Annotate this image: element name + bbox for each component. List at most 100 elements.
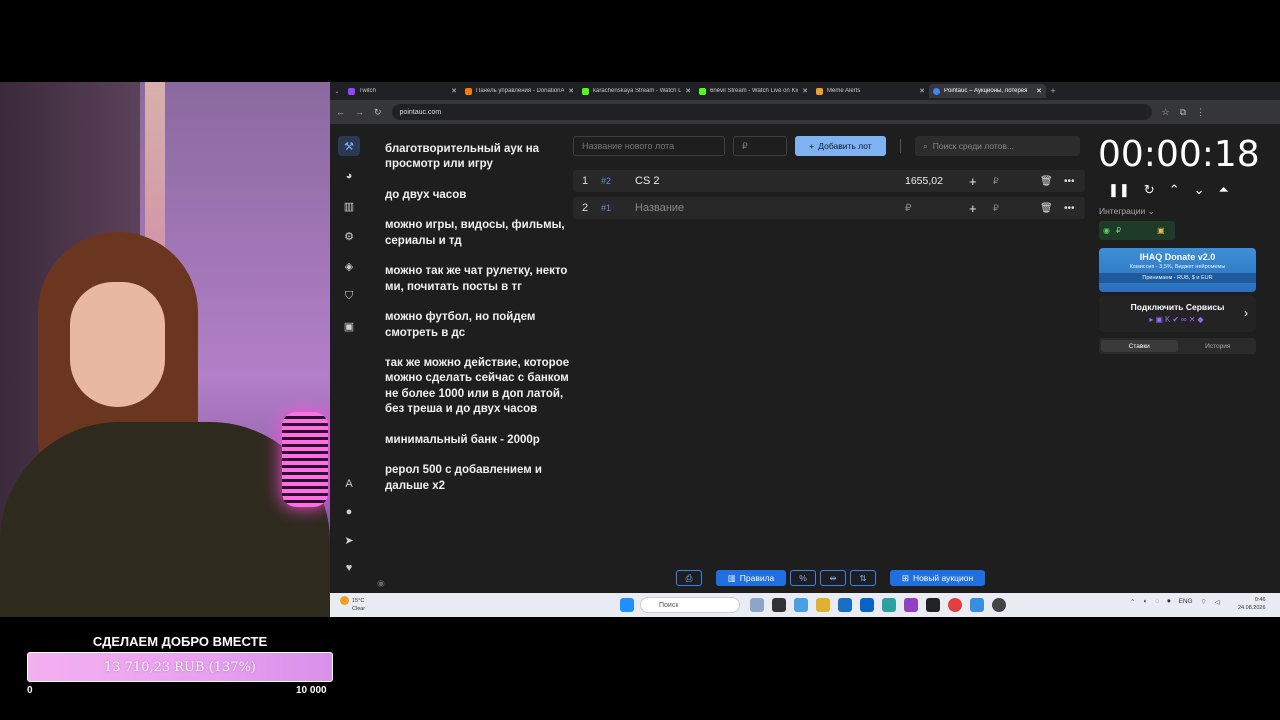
donate-icon[interactable]: ♥	[338, 558, 360, 578]
tab-search-icon[interactable]: ⌄	[330, 88, 344, 95]
extensions-icon[interactable]: ⧉	[1180, 107, 1186, 118]
tab-bets[interactable]: Ставки	[1101, 340, 1178, 352]
taskbar-search[interactable]: Поиск	[640, 597, 740, 613]
new-auction-button[interactable]: ⊞ Новый аукцион	[890, 570, 985, 586]
shield-icon[interactable]: ⛉	[338, 286, 360, 306]
split-icon[interactable]: ⇹	[820, 570, 846, 586]
tab-pointauc[interactable]: Pointauc – Аукционы, лотерея ✕	[929, 84, 1046, 98]
close-icon[interactable]: ✕	[451, 87, 457, 95]
lot-id: #2	[601, 176, 612, 186]
app-icon[interactable]	[970, 598, 984, 612]
sort-icon[interactable]: ⇅	[850, 570, 876, 586]
app-icon[interactable]	[772, 598, 786, 612]
tab-meme-alerts[interactable]: Meme Alerts ✕	[812, 84, 929, 98]
more-icon[interactable]: •••	[1064, 203, 1075, 214]
new-tab-icon[interactable]: +	[1046, 86, 1060, 96]
app-icon[interactable]	[750, 598, 764, 612]
auction-hammer-icon[interactable]: ⚒	[338, 136, 360, 156]
reset-icon[interactable]: ↻	[1144, 182, 1155, 198]
tab-kick-karachenskaya[interactable]: karachenskaya Stream - Watch Live ✕	[578, 84, 695, 98]
app-icon[interactable]	[904, 598, 918, 612]
forward-icon[interactable]: →	[355, 107, 364, 117]
url-field[interactable]: pointauc.com	[391, 104, 1152, 120]
close-icon[interactable]: ✕	[568, 87, 574, 95]
lang-indicator[interactable]: ENG	[1179, 598, 1193, 605]
rule-line: до двух часов	[385, 188, 467, 201]
save-icon[interactable]: ⎙	[676, 570, 702, 586]
app-icon[interactable]	[926, 598, 940, 612]
wifi-icon[interactable]: ⌔	[1201, 597, 1207, 606]
kick-icon	[699, 87, 706, 95]
tab-donationalerts[interactable]: Панель управления - DonationAlerts ✕	[461, 84, 578, 98]
lot-amount-placeholder[interactable]: ₽	[905, 203, 911, 214]
lot-row[interactable]: 2 #1 Название ₽ + ₽ 🗑 •••	[573, 197, 1085, 219]
double-chevron-up-icon[interactable]: ⏶	[1219, 182, 1229, 198]
url-text: pointauc.com	[399, 108, 442, 116]
lot-extra-amount[interactable]: ₽	[993, 203, 999, 214]
close-icon[interactable]: ✕	[919, 87, 925, 95]
trash-icon[interactable]: 🗑	[1040, 176, 1053, 187]
lot-amount[interactable]: 1655,02	[905, 175, 943, 187]
tab-twitch[interactable]: Twitch ✕	[344, 84, 461, 98]
eye-icon[interactable]: ◉	[377, 578, 385, 589]
star-icon[interactable]: ☆	[1162, 107, 1170, 118]
weather-widget[interactable]: 15°C Clear	[340, 596, 365, 613]
tray-icon[interactable]: ◐	[1143, 598, 1147, 605]
lot-extra-amount[interactable]: ₽	[993, 176, 999, 187]
new-lot-name-input[interactable]: Название нового лота	[573, 136, 725, 156]
layers-icon[interactable]: ◈	[338, 256, 360, 276]
banner-subtitle: Комиссия - 3,5%, Виджет нейромемы	[1129, 264, 1226, 270]
menu-icon[interactable]: ⋮	[1196, 107, 1205, 118]
telegram-icon[interactable]: ➤	[338, 530, 360, 550]
add-lot-button[interactable]: + Добавить лот	[795, 136, 886, 156]
ihaq-donate-banner[interactable]: IHAQ Donate v2.0 Комиссия - 3,5%, Виджет…	[1099, 248, 1256, 292]
wheel-icon[interactable]: ◕	[338, 166, 360, 186]
chevron-up-icon[interactable]: ⌃	[1130, 598, 1135, 606]
folder-icon[interactable]	[816, 598, 830, 612]
reload-icon[interactable]: ↻	[374, 107, 382, 118]
app-icon[interactable]	[794, 598, 808, 612]
chrome-icon[interactable]	[948, 598, 962, 612]
percent-button[interactable]: %	[790, 570, 816, 586]
mic-icon[interactable]: ⏺	[1167, 598, 1170, 606]
app-icon[interactable]	[838, 598, 852, 612]
close-icon[interactable]: ✕	[1036, 87, 1042, 95]
connect-services-card[interactable]: Подключить Сервисы ▸▣K✔∞✕◆ ›	[1099, 296, 1256, 332]
integration-toggles[interactable]: ◉ ₽ ▣	[1099, 221, 1175, 240]
back-icon[interactable]: ←	[336, 107, 345, 117]
lot-row[interactable]: 1 #2 CS 2 1655,02 + ₽ 🗑 •••	[573, 170, 1085, 192]
more-icon[interactable]: •••	[1064, 176, 1075, 187]
add-amount-icon[interactable]: +	[969, 174, 977, 189]
taskbar-clock[interactable]: 0:46 24.08.2026	[1238, 596, 1266, 612]
github-icon[interactable]: ●	[338, 502, 360, 522]
edge-icon[interactable]	[882, 598, 896, 612]
obs-icon[interactable]	[992, 598, 1006, 612]
rules-button[interactable]: ▥ Правила	[716, 570, 786, 586]
lot-name[interactable]: Название	[635, 202, 1085, 214]
stats-icon[interactable]: ▥	[338, 196, 360, 216]
close-icon[interactable]: ✕	[685, 87, 691, 95]
tray-icon[interactable]: ◌	[1155, 598, 1159, 605]
lot-search-input[interactable]: ⌕ Поиск среди лотов...	[915, 136, 1080, 156]
windows-start-icon[interactable]	[620, 598, 634, 612]
chevron-down-icon[interactable]: ⌄	[1194, 182, 1205, 198]
settings-icon[interactable]: ⚙	[338, 226, 360, 246]
chevron-up-icon[interactable]: ⌃	[1169, 182, 1180, 198]
weather-icon	[340, 596, 349, 605]
volume-icon[interactable]: ◁	[1215, 598, 1220, 606]
new-lot-amount-input[interactable]: ₽	[733, 136, 787, 156]
trash-icon[interactable]: 🗑	[1040, 203, 1053, 214]
tab-history[interactable]: История	[1180, 338, 1257, 354]
connect-services-label: Подключить Сервисы	[1130, 302, 1225, 312]
outlook-icon[interactable]	[860, 598, 874, 612]
translate-icon[interactable]: A	[338, 474, 360, 494]
taskbar-apps	[620, 598, 634, 612]
tab-kick-6nevil[interactable]: 6nevil Stream - Watch Live on Kick ✕	[695, 84, 812, 98]
lot-name[interactable]: CS 2	[635, 175, 1085, 187]
close-icon[interactable]: ✕	[802, 87, 808, 95]
pause-icon[interactable]: ❚❚	[1108, 182, 1130, 198]
media-icon[interactable]: ▣	[338, 316, 360, 336]
clock-time: 0:46	[1254, 597, 1266, 603]
integrations-header[interactable]: Интеграции ⌄	[1099, 206, 1155, 217]
add-amount-icon[interactable]: +	[969, 201, 977, 216]
